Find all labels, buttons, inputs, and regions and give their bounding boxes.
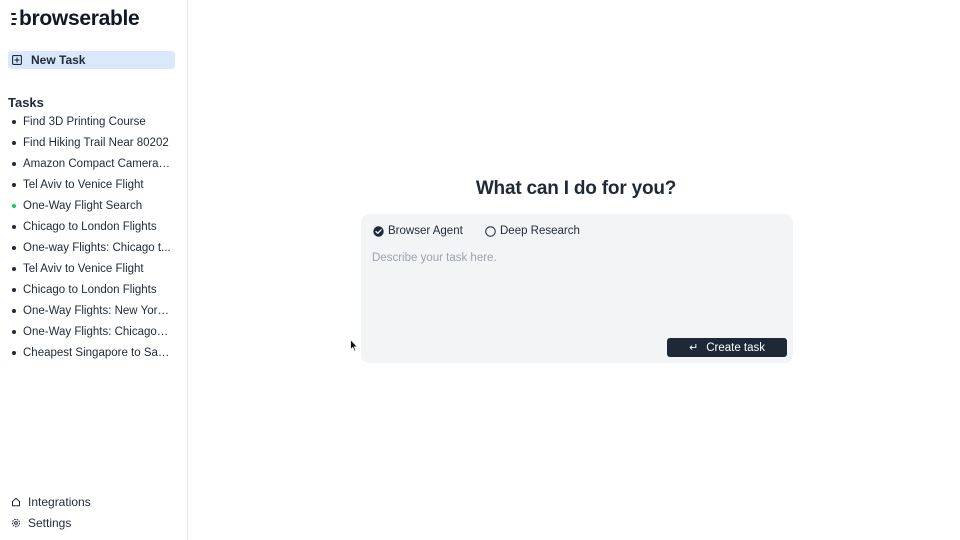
- task-item[interactable]: Cheapest Singapore to San ...: [0, 342, 187, 363]
- task-status-dot: [12, 182, 16, 187]
- enter-icon: ↵: [688, 342, 699, 354]
- plus-square-icon: [12, 55, 22, 65]
- task-item[interactable]: Find 3D Printing Course: [0, 111, 187, 132]
- task-label: Chicago to London Flights: [23, 283, 157, 296]
- task-item[interactable]: One-way Flights: Chicago t...: [0, 237, 187, 258]
- task-composer: Browser Agent Deep Research ↵ Create tas…: [361, 214, 793, 363]
- task-description-input[interactable]: [372, 252, 782, 332]
- settings-label: Settings: [28, 516, 72, 530]
- task-label: One-Way Flights: Chicago t...: [23, 325, 171, 338]
- mode-label: Browser Agent: [388, 225, 463, 237]
- task-label: One-way Flights: Chicago t...: [23, 241, 171, 254]
- plug-icon: [11, 497, 21, 507]
- task-item[interactable]: Amazon Compact Camera ...: [0, 153, 187, 174]
- task-status-dot: [12, 119, 16, 124]
- brand-logo[interactable]: browserable: [11, 6, 140, 32]
- task-status-dot: [12, 161, 16, 166]
- create-task-label: Create task: [706, 341, 766, 354]
- task-status-dot: [12, 245, 16, 250]
- task-item[interactable]: One-Way Flights: Chicago t...: [0, 321, 187, 342]
- task-label: One-Way Flights: New York ...: [23, 304, 171, 317]
- mode-deep-research[interactable]: Deep Research: [485, 223, 580, 239]
- circle-icon: [485, 225, 496, 237]
- task-status-dot: [12, 266, 16, 271]
- task-label: Tel Aviv to Venice Flight: [23, 178, 144, 191]
- task-status-dot: [12, 308, 16, 313]
- task-label: One-Way Flight Search: [23, 199, 143, 212]
- task-item[interactable]: Chicago to London Flights: [0, 216, 187, 237]
- task-status-dot-active: [12, 203, 16, 208]
- task-status-dot: [12, 287, 16, 292]
- task-list: Find 3D Printing Course Find Hiking Trai…: [0, 111, 187, 363]
- check-circle-icon: [373, 225, 384, 237]
- mode-label: Deep Research: [500, 225, 580, 237]
- task-status-dot: [12, 350, 16, 355]
- task-status-dot: [12, 329, 16, 334]
- new-task-button[interactable]: New Task: [8, 51, 175, 69]
- task-item[interactable]: Tel Aviv to Venice Flight: [0, 174, 187, 195]
- task-item[interactable]: Find Hiking Trail Near 80202: [0, 132, 187, 153]
- task-label: Cheapest Singapore to San ...: [23, 346, 171, 359]
- mode-browser-agent[interactable]: Browser Agent: [373, 223, 463, 239]
- mouse-cursor-icon: [350, 339, 358, 352]
- settings-link[interactable]: Settings: [11, 514, 71, 532]
- task-label: Tel Aviv to Venice Flight: [23, 262, 144, 275]
- new-task-label: New Task: [31, 53, 86, 67]
- gear-icon: [11, 518, 21, 528]
- brand-name: browserable: [19, 7, 140, 30]
- logo-mark-icon: [11, 12, 17, 26]
- task-item[interactable]: One-Way Flights: New York ...: [0, 300, 187, 321]
- task-item[interactable]: Tel Aviv to Venice Flight: [0, 258, 187, 279]
- task-status-dot: [12, 224, 16, 229]
- create-task-button[interactable]: ↵ Create task: [667, 338, 787, 357]
- task-item[interactable]: Chicago to London Flights: [0, 279, 187, 300]
- page-title: What can I do for you?: [475, 178, 677, 199]
- task-status-dot: [12, 140, 16, 145]
- task-label: Chicago to London Flights: [23, 220, 157, 233]
- tasks-heading: Tasks: [8, 95, 44, 110]
- sidebar: browserable New Task Tasks Find 3D Print…: [0, 0, 188, 540]
- integrations-label: Integrations: [28, 495, 91, 509]
- task-item-active[interactable]: One-Way Flight Search: [0, 195, 187, 216]
- integrations-link[interactable]: Integrations: [11, 493, 91, 511]
- task-label: Find 3D Printing Course: [23, 115, 146, 128]
- task-label: Amazon Compact Camera ...: [23, 157, 171, 170]
- task-label: Find Hiking Trail Near 80202: [23, 136, 169, 149]
